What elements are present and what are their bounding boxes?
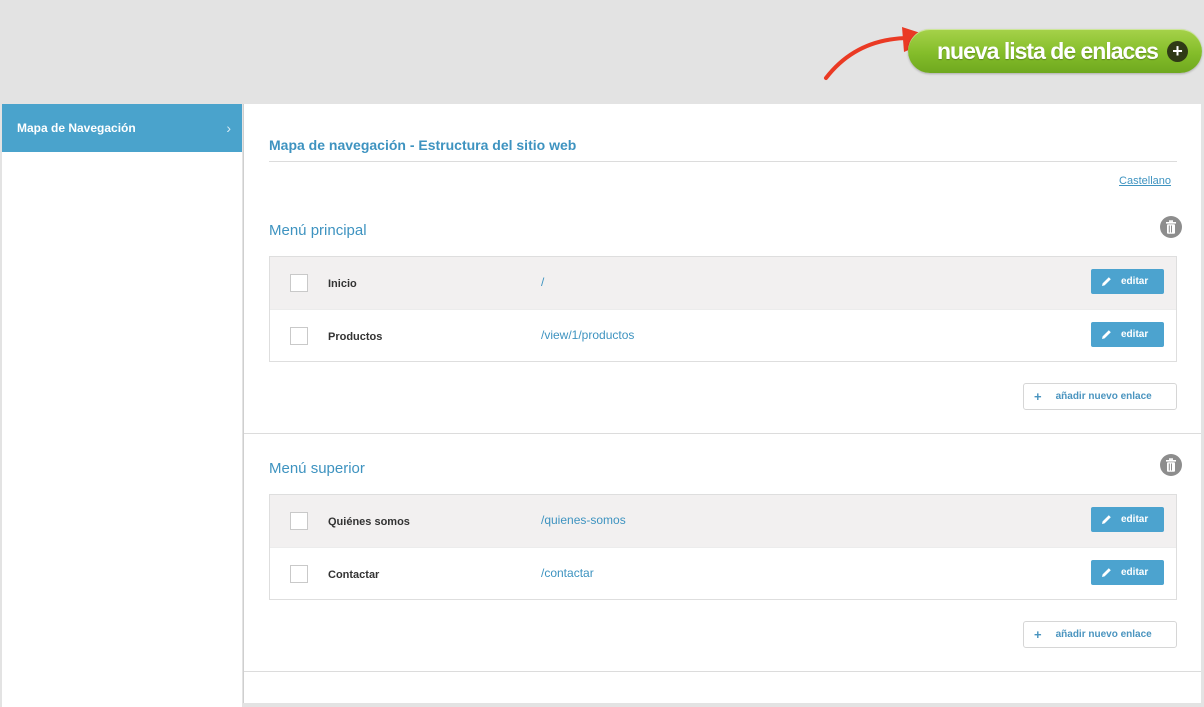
edit-label: editar (1121, 567, 1149, 578)
pencil-icon (1101, 514, 1112, 525)
pencil-icon (1101, 567, 1112, 578)
table-row: Contactar /contactar editar (270, 547, 1176, 599)
section-title: Menú superior (269, 460, 365, 477)
new-link-list-button[interactable]: nueva lista de enlaces + (908, 29, 1202, 73)
table-row: Inicio / editar (270, 257, 1176, 309)
edit-label: editar (1121, 329, 1149, 340)
row-checkbox[interactable] (290, 512, 308, 530)
sidebar: Mapa de Navegación › (2, 104, 242, 707)
new-link-list-label: nueva lista de enlaces (937, 37, 1159, 64)
page-title: Mapa de navegación - Estructura del siti… (269, 137, 1177, 162)
row-checkbox[interactable] (290, 274, 308, 292)
row-checkbox[interactable] (290, 327, 308, 345)
table-row: Quiénes somos /quienes-somos editar (270, 495, 1176, 547)
table-row: Productos /view/1/productos editar (270, 309, 1176, 361)
pencil-icon (1101, 329, 1112, 340)
link-name: Productos (328, 331, 383, 343)
link-url[interactable]: /quienes-somos (541, 513, 626, 527)
add-link-label: añadir nuevo enlace (1055, 391, 1152, 402)
edit-button[interactable]: editar (1091, 269, 1164, 294)
pencil-icon (1101, 276, 1112, 287)
section-title: Menú principal (269, 222, 367, 239)
edit-button[interactable]: editar (1091, 507, 1164, 532)
plus-icon: + (1034, 627, 1042, 642)
sidebar-item-label: Mapa de Navegación (17, 121, 136, 135)
trash-icon[interactable] (1160, 454, 1182, 476)
link-url[interactable]: / (541, 275, 544, 289)
plus-circle-icon: + (1167, 41, 1188, 62)
section-divider (244, 433, 1201, 434)
edit-button[interactable]: editar (1091, 322, 1164, 347)
edit-label: editar (1121, 276, 1149, 287)
section-divider (244, 671, 1201, 672)
link-url[interactable]: /contactar (541, 566, 594, 580)
trash-icon[interactable] (1160, 216, 1182, 238)
link-list-section: Menú superior Quiénes somos /quienes-som… (244, 454, 1201, 670)
sidebar-item-navigation-map[interactable]: Mapa de Navegación › (2, 104, 242, 152)
link-name: Contactar (328, 569, 380, 581)
language-link[interactable]: Castellano (1119, 175, 1171, 187)
link-url[interactable]: /view/1/productos (541, 328, 634, 342)
add-link-button[interactable]: + añadir nuevo enlace (1023, 383, 1177, 410)
edit-label: editar (1121, 514, 1149, 525)
row-checkbox[interactable] (290, 565, 308, 583)
link-table: Quiénes somos /quienes-somos editar Cont… (269, 494, 1177, 600)
add-link-label: añadir nuevo enlace (1055, 629, 1152, 640)
link-table: Inicio / editar Productos /view/1/produc… (269, 256, 1177, 362)
add-link-button[interactable]: + añadir nuevo enlace (1023, 621, 1177, 648)
link-list-section: Menú principal Inicio / editar Productos… (244, 216, 1201, 432)
main-panel: Mapa de navegación - Estructura del siti… (243, 104, 1201, 703)
chevron-right-icon: › (226, 120, 231, 136)
top-bar: nueva lista de enlaces + (0, 0, 1204, 104)
link-name: Quiénes somos (328, 516, 410, 528)
edit-button[interactable]: editar (1091, 560, 1164, 585)
link-name: Inicio (328, 278, 357, 290)
plus-icon: + (1034, 389, 1042, 404)
